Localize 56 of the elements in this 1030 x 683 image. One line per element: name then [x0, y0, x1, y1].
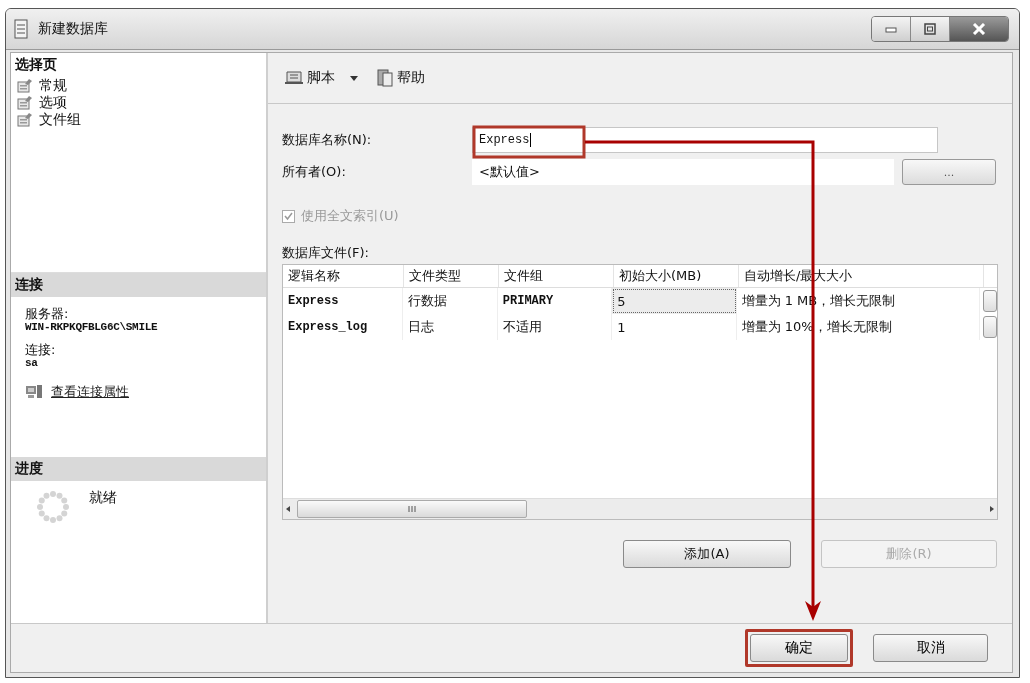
login-name: sa [25, 357, 39, 369]
status-text: 就绪 [89, 489, 117, 507]
maximize-button[interactable] [911, 17, 950, 41]
owner-field[interactable]: <默认值> [472, 159, 894, 185]
database-icon [14, 19, 28, 39]
table-cell: Express [283, 288, 404, 314]
table-cell: Express_log [283, 314, 404, 340]
table-cell: 日志 [403, 314, 498, 340]
browse-button[interactable]: ... [902, 159, 996, 185]
script-button[interactable]: 脚本 [282, 67, 364, 89]
column-header[interactable]: 文件组 [499, 265, 614, 287]
database-name-field[interactable]: Express [472, 127, 938, 153]
help-icon [376, 69, 394, 87]
section-header: 连接 [11, 273, 266, 297]
minimize-icon [885, 25, 897, 33]
ok-button[interactable]: 确定 [750, 634, 848, 662]
column-header[interactable]: 初始大小(MB) [614, 265, 739, 287]
section-header: 选择页 [14, 55, 58, 74]
page-item[interactable]: 文件组 [11, 111, 266, 128]
cancel-button[interactable]: 取消 [873, 634, 988, 662]
column-header[interactable]: 文件类型 [404, 265, 499, 287]
page-item[interactable]: 选项 [11, 94, 266, 111]
column-header[interactable]: 自动增长/最大大小 [739, 265, 984, 287]
page-icon [17, 112, 33, 127]
section-header: 进度 [11, 457, 266, 481]
server-name: WIN-RKPKQFBLG6C\SMILE [25, 321, 159, 333]
browse-button[interactable] [983, 316, 997, 338]
minimize-button[interactable] [872, 17, 911, 41]
table-cell: 行数据 [403, 288, 498, 314]
checkbox-label: 使用全文索引(U) [301, 207, 399, 225]
field-label: 数据库名称(N): [282, 131, 373, 149]
grip-icon [407, 505, 417, 513]
table-cell: 5 [612, 288, 737, 314]
browse-button[interactable] [983, 290, 997, 312]
window-title: 新建数据库 [38, 20, 108, 38]
add-button[interactable]: 添加(A) [623, 540, 791, 568]
field-label: 所有者(O): [282, 163, 347, 181]
server-label: 服务器: [25, 307, 70, 321]
page-icon [17, 95, 33, 110]
table-cell: 不适用 [497, 314, 613, 340]
computer-icon [25, 384, 43, 400]
help-button[interactable]: 帮助 [374, 67, 427, 89]
page-item[interactable]: 常规 [11, 77, 266, 94]
scroll-thumb[interactable] [297, 500, 527, 518]
connection-properties-link[interactable]: 查看连接属性 [51, 383, 129, 401]
spinner-icon [35, 489, 71, 525]
table-cell: 1 [612, 314, 737, 340]
login-label: 连接: [25, 343, 57, 357]
horizontal-scrollbar[interactable] [283, 498, 997, 519]
maximize-icon [924, 23, 936, 35]
close-icon [972, 23, 986, 35]
column-header[interactable]: 逻辑名称 [283, 265, 404, 287]
page-icon [17, 78, 33, 93]
table-cell: 增量为 10%，增长无限制 [736, 314, 981, 340]
close-button[interactable] [950, 17, 1008, 41]
grid-label: 数据库文件(F): [282, 244, 370, 262]
